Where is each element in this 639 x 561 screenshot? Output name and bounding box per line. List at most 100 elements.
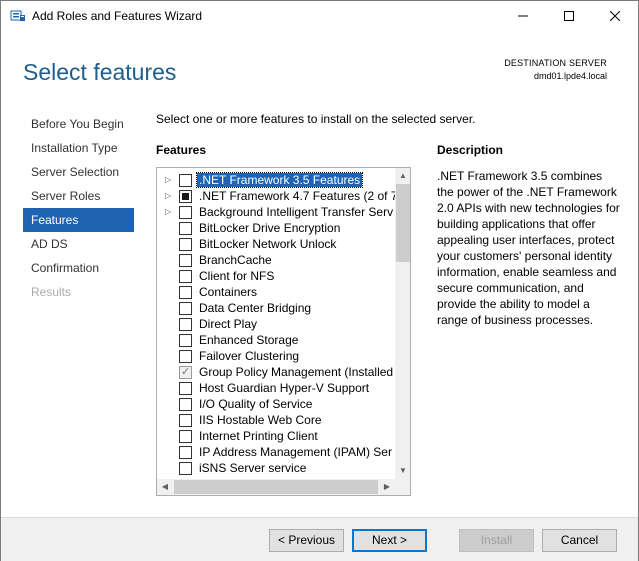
feature-row[interactable]: iSNS Server service [157,460,395,476]
feature-row[interactable]: BranchCache [157,252,395,268]
feature-row[interactable]: IIS Hostable Web Core [157,412,395,428]
maximize-button[interactable] [546,1,592,31]
feature-checkbox[interactable] [179,398,192,411]
feature-label: Host Guardian Hyper-V Support [199,381,370,395]
scrollbar-corner [395,479,410,495]
feature-row[interactable]: ▷ .NET Framework 3.5 Features [157,172,395,188]
feature-label: Direct Play [199,317,258,331]
feature-checkbox[interactable] [179,446,192,459]
next-button[interactable]: Next > [352,529,427,552]
feature-checkbox[interactable] [179,174,192,187]
nav-item-ad-ds[interactable]: AD DS [23,232,134,256]
feature-checkbox[interactable] [179,350,192,363]
nav-item-features[interactable]: Features [23,208,134,232]
nav-item-confirmation[interactable]: Confirmation [23,256,134,280]
expand-arrow-icon[interactable]: ▷ [165,207,173,217]
scroll-down-arrow-icon[interactable]: ▼ [395,463,410,479]
expand-arrow-icon[interactable]: ▷ [165,175,173,185]
intro-text: Select one or more features to install o… [156,112,476,126]
feature-row[interactable]: Failover Clustering [157,348,395,364]
vertical-scroll-thumb[interactable] [396,184,410,262]
description-text: .NET Framework 3.5 combines the power of… [437,169,620,327]
feature-checkbox[interactable] [179,206,192,219]
feature-label: Enhanced Storage [199,333,299,347]
feature-checkbox[interactable] [179,222,192,235]
nav-item-installation-type[interactable]: Installation Type [23,136,134,160]
nav-item-before-you-begin[interactable]: Before You Begin [23,112,134,136]
wizard-footer: < Previous Next > Install Cancel [1,517,638,561]
horizontal-scrollbar[interactable]: ◀ ▶ [157,479,395,495]
feature-checkbox[interactable] [179,254,192,267]
feature-label: Containers [199,285,258,299]
scroll-up-arrow-icon[interactable]: ▲ [395,168,410,184]
description-heading: Description [437,143,504,157]
feature-label: iSNS Server service [199,461,307,475]
horizontal-scroll-thumb[interactable] [174,480,378,494]
feature-label: Internet Printing Client [199,429,318,443]
page-title: Select features [23,59,177,85]
expand-arrow-icon[interactable]: ▷ [165,191,173,201]
feature-checkbox[interactable] [179,430,192,443]
wizard-header: Select features DESTINATION SERVER dmd01… [1,31,638,99]
feature-row[interactable]: ▷ Background Intelligent Transfer Serv [157,204,395,220]
feature-checkbox[interactable] [179,462,192,475]
feature-row[interactable]: Internet Printing Client [157,428,395,444]
nav-item-server-roles[interactable]: Server Roles [23,184,134,208]
nav-item-server-selection[interactable]: Server Selection [23,160,134,184]
minimize-button[interactable] [500,1,546,31]
destination-server-value: dmd01.lpde4.local [533,71,607,81]
title-bar[interactable]: Add Roles and Features Wizard [1,1,638,31]
wizard-nav: Before You Begin Installation Type Serve… [23,112,134,304]
feature-row[interactable]: I/O Quality of Service [157,396,395,412]
feature-label: BranchCache [199,253,272,267]
feature-checkbox[interactable] [179,270,192,283]
nav-item-results: Results [31,285,72,299]
feature-checkbox[interactable] [179,302,192,315]
close-button[interactable] [592,1,638,31]
feature-label: IIS Hostable Web Core [199,413,322,427]
install-button: Install [459,529,534,552]
features-tree-rows: ▷ .NET Framework 3.5 Features ▷ .NET Framew… [157,172,398,476]
features-heading: Features [156,143,207,157]
cancel-button[interactable]: Cancel [542,529,617,552]
feature-checkbox [179,365,192,379]
feature-checkbox[interactable] [179,286,192,299]
close-icon [610,11,620,21]
previous-button[interactable]: < Previous [269,529,344,552]
feature-row[interactable]: IP Address Management (IPAM) Ser [157,444,395,460]
feature-label: .NET Framework 4.7 Features (2 of 7 [199,189,398,203]
feature-row[interactable]: Direct Play [157,316,395,332]
feature-row[interactable]: Enhanced Storage [157,332,395,348]
feature-checkbox[interactable] [179,382,192,395]
feature-row[interactable]: Client for NFS [157,268,395,284]
features-tree[interactable]: ▷ .NET Framework 3.5 Features ▷ .NET Framew… [156,167,411,496]
server-manager-icon [10,10,25,21]
vertical-scrollbar[interactable]: ▲ ▼ [395,168,410,479]
feature-checkbox[interactable] [179,334,192,347]
minimize-icon [518,15,528,17]
feature-label: Group Policy Management (Installed [199,365,394,379]
scroll-left-arrow-icon[interactable]: ◀ [157,479,173,495]
feature-row[interactable]: ▷ .NET Framework 4.7 Features (2 of 7 [157,188,398,204]
feature-label: Background Intelligent Transfer Serv [199,205,394,219]
feature-row[interactable]: BitLocker Network Unlock [157,236,395,252]
maximize-icon [564,11,574,21]
feature-row[interactable]: Containers [157,284,395,300]
feature-checkbox[interactable] [179,238,192,251]
feature-label: Data Center Bridging [199,301,312,315]
feature-row[interactable]: Host Guardian Hyper-V Support [157,380,395,396]
feature-row[interactable]: BitLocker Drive Encryption [157,220,395,236]
feature-checkbox[interactable] [179,318,192,331]
scroll-right-arrow-icon[interactable]: ▶ [379,479,395,495]
feature-row[interactable]: Data Center Bridging [157,300,395,316]
feature-label: Failover Clustering [199,349,300,363]
feature-label: .NET Framework 3.5 Features [195,172,364,188]
feature-row[interactable]: Group Policy Management (Installed [157,364,395,380]
wizard-window: Add Roles and Features Wizard Select fea… [0,0,639,561]
feature-label: IP Address Management (IPAM) Ser [199,445,392,459]
destination-server-label: DESTINATION SERVER [504,58,607,68]
feature-checkbox[interactable] [179,190,192,203]
feature-label: BitLocker Drive Encryption [199,221,341,235]
feature-label: BitLocker Network Unlock [199,237,337,251]
feature-checkbox[interactable] [179,414,192,427]
